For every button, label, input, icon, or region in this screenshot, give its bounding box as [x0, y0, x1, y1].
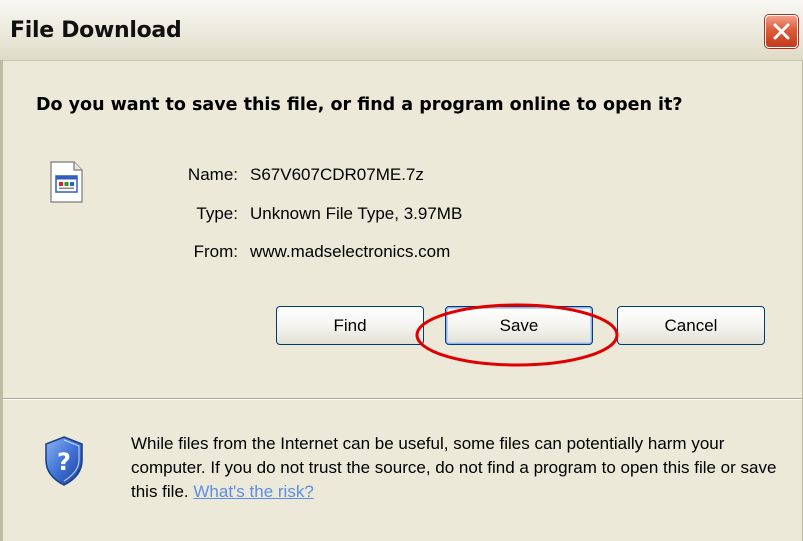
file-name-value: S67V607CDR07ME.7z [250, 165, 424, 184]
svg-text:?: ? [57, 448, 71, 476]
prompt-question: Do you want to save this file, or find a… [36, 95, 683, 115]
file-source-value: www.madselectronics.com [250, 242, 451, 261]
close-icon [773, 23, 790, 40]
security-warning: While files from the Internet can be use… [131, 432, 781, 504]
window-border-left [0, 60, 3, 541]
cancel-button[interactable]: Cancel [617, 306, 765, 345]
file-source-row: From: www.madselectronics.com [0, 242, 803, 264]
file-name-row: Name: S67V607CDR07ME.7z [0, 165, 803, 187]
dialog-title: File Download [10, 18, 182, 43]
save-highlight-ellipse [415, 303, 619, 367]
file-download-dialog: File Download Do you want to save this f… [0, 0, 803, 541]
find-button[interactable]: Find [276, 306, 424, 345]
file-source-label: From: [193, 242, 238, 261]
shield-question-icon: ? [45, 436, 83, 486]
file-type-row: Type: Unknown File Type, 3.97MB [0, 204, 803, 226]
close-button[interactable] [765, 15, 798, 48]
title-bar[interactable]: File Download [0, 0, 803, 61]
file-name-label: Name: [187, 165, 238, 184]
section-divider-highlight [3, 399, 802, 400]
file-type-label: Type: [196, 204, 238, 223]
file-type-value: Unknown File Type, 3.97MB [250, 204, 463, 223]
whats-the-risk-link[interactable]: What's the risk? [193, 482, 313, 501]
